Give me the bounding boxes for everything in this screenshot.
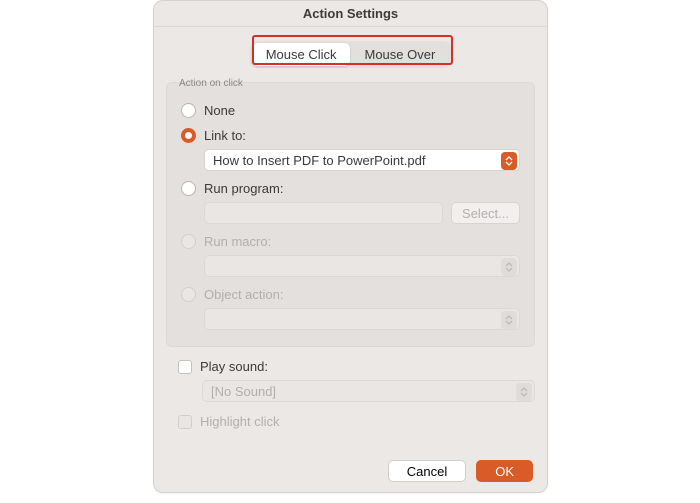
- radio-run-macro-label: Run macro:: [204, 234, 271, 249]
- dialog-footer: Cancel OK: [388, 460, 533, 482]
- radio-link-to[interactable]: [181, 128, 196, 143]
- play-sound-label: Play sound:: [200, 359, 268, 374]
- highlight-click-row: Highlight click: [178, 414, 547, 429]
- radio-run-program-label: Run program:: [204, 181, 283, 196]
- radio-link-row[interactable]: Link to:: [181, 128, 520, 143]
- radio-object-action: [181, 287, 196, 302]
- dialog-title: Action Settings: [154, 1, 547, 27]
- run-macro-combo: [204, 255, 520, 277]
- radio-none-row[interactable]: None: [181, 103, 520, 118]
- action-settings-dialog: Action Settings Mouse Click Mouse Over A…: [153, 0, 548, 493]
- link-to-indent: How to Insert PDF to PowerPoint.pdf: [204, 149, 520, 171]
- run-program-indent: Select...: [204, 202, 520, 224]
- link-to-value: How to Insert PDF to PowerPoint.pdf: [213, 153, 425, 168]
- object-action-indent: [204, 308, 520, 330]
- ok-button[interactable]: OK: [476, 460, 533, 482]
- radio-link-label: Link to:: [204, 128, 246, 143]
- select-button[interactable]: Select...: [451, 202, 520, 224]
- chevron-updown-icon: [516, 383, 532, 401]
- tabs-area: Mouse Click Mouse Over: [154, 27, 547, 82]
- sound-value: [No Sound]: [211, 384, 276, 399]
- tab-mouse-over[interactable]: Mouse Over: [350, 43, 449, 66]
- tab-mouse-click[interactable]: Mouse Click: [252, 43, 351, 66]
- cancel-button[interactable]: Cancel: [388, 460, 466, 482]
- chevron-updown-icon: [501, 258, 517, 276]
- radio-none[interactable]: [181, 103, 196, 118]
- link-to-combo[interactable]: How to Insert PDF to PowerPoint.pdf: [204, 149, 520, 171]
- highlight-click-label: Highlight click: [200, 414, 279, 429]
- sound-indent: [No Sound]: [202, 380, 535, 402]
- radio-object-action-label: Object action:: [204, 287, 284, 302]
- object-action-combo: [204, 308, 520, 330]
- run-program-input[interactable]: [204, 202, 443, 224]
- radio-run-macro: [181, 234, 196, 249]
- sound-combo: [No Sound]: [202, 380, 535, 402]
- radio-run-program[interactable]: [181, 181, 196, 196]
- tab-segmented-control: Mouse Click Mouse Over: [250, 41, 452, 68]
- chevron-updown-icon[interactable]: [501, 152, 517, 170]
- chevron-updown-icon: [501, 311, 517, 329]
- highlight-click-checkbox: [178, 415, 192, 429]
- radio-run-macro-row: Run macro:: [181, 234, 520, 249]
- action-on-click-group: Action on click None Link to: How to Ins…: [166, 82, 535, 347]
- radio-none-label: None: [204, 103, 235, 118]
- group-label: Action on click: [177, 78, 245, 89]
- play-sound-row[interactable]: Play sound:: [178, 359, 547, 374]
- radio-object-action-row: Object action:: [181, 287, 520, 302]
- play-sound-checkbox[interactable]: [178, 360, 192, 374]
- run-macro-indent: [204, 255, 520, 277]
- radio-run-program-row[interactable]: Run program:: [181, 181, 520, 196]
